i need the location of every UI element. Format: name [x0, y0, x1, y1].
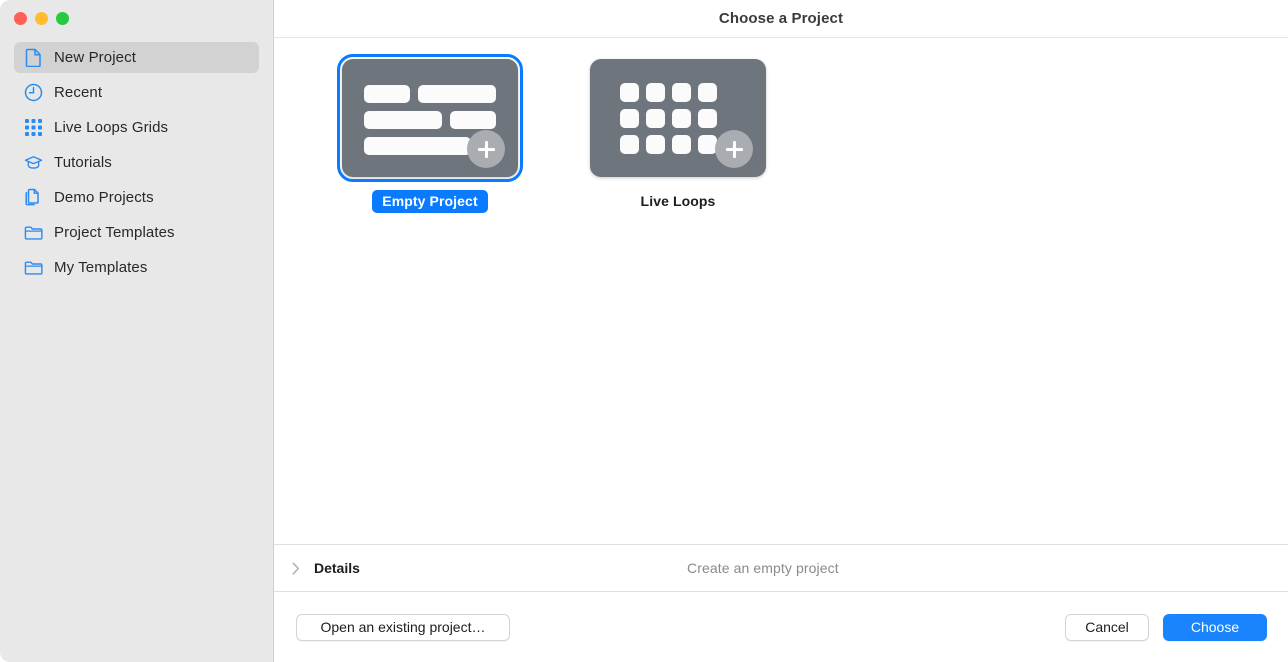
- sidebar-item-label: Demo Projects: [54, 189, 154, 206]
- sidebar-item-label: Project Templates: [54, 224, 175, 241]
- choose-a-project-window: New Project Recent Live Loops Grids Tuto…: [0, 0, 1288, 662]
- footer-bar: Open an existing project… Cancel Choose: [274, 591, 1288, 662]
- folder-icon: [24, 258, 43, 277]
- minimize-button[interactable]: [35, 12, 48, 25]
- grid-cell: [698, 109, 717, 128]
- details-disclosure-button[interactable]: Details: [274, 560, 360, 576]
- bar-row: [364, 111, 496, 129]
- folder-icon: [24, 223, 43, 242]
- chevron-right-icon: [292, 561, 300, 575]
- details-description: Create an empty project: [687, 560, 839, 576]
- grid-cell: [620, 109, 639, 128]
- tile-thumbnail[interactable]: [590, 59, 766, 177]
- sidebar-item-label: My Templates: [54, 259, 148, 276]
- grid-dots-icon: [24, 118, 43, 137]
- grid-cell: [672, 83, 691, 102]
- details-bar: Details Create an empty project: [274, 544, 1288, 591]
- grid-cell: [620, 83, 639, 102]
- bar-segment: [450, 111, 496, 129]
- bar-segment: [364, 85, 410, 103]
- cells-artwork: [620, 83, 717, 154]
- sidebar-item-tutorials[interactable]: Tutorials: [14, 147, 259, 178]
- project-tile-live-loops[interactable]: Live Loops: [585, 59, 771, 213]
- tile-thumbnail[interactable]: [337, 54, 523, 182]
- tile-caption: Live Loops: [640, 193, 716, 209]
- details-label: Details: [314, 560, 360, 576]
- close-button[interactable]: [14, 12, 27, 25]
- sidebar-item-new-project[interactable]: New Project: [14, 42, 259, 73]
- document-icon: [24, 48, 43, 67]
- window-controls: [0, 0, 273, 34]
- bar-segment: [364, 111, 442, 129]
- tile-caption: Empty Project: [372, 190, 488, 213]
- documents-stack-icon: [24, 188, 43, 207]
- clock-icon: [24, 83, 43, 102]
- sidebar-item-label: Recent: [54, 84, 103, 101]
- grid-cell: [646, 135, 665, 154]
- grid-cell: [698, 83, 717, 102]
- cancel-button[interactable]: Cancel: [1065, 613, 1149, 641]
- grid-cell: [620, 135, 639, 154]
- sidebar-item-project-templates[interactable]: Project Templates: [14, 217, 259, 248]
- plus-icon: [467, 130, 505, 168]
- project-tile-grid: Empty Project Live Loops: [274, 54, 1288, 213]
- sidebar-item-live-loops-grids[interactable]: Live Loops Grids: [14, 112, 259, 143]
- project-tile-empty-project[interactable]: Empty Project: [337, 54, 523, 213]
- grid-cell: [646, 109, 665, 128]
- sidebar: New Project Recent Live Loops Grids Tuto…: [0, 0, 274, 662]
- zoom-button[interactable]: [56, 12, 69, 25]
- plus-icon: [715, 130, 753, 168]
- sidebar-item-label: Live Loops Grids: [54, 119, 169, 136]
- title-bar: Choose a Project: [274, 0, 1288, 37]
- choose-button[interactable]: Choose: [1163, 613, 1267, 641]
- project-chooser-content: Empty Project Live Loops: [274, 37, 1288, 544]
- grid-cell: [672, 135, 691, 154]
- page-title: Choose a Project: [718, 10, 844, 27]
- bar-row: [364, 85, 496, 103]
- bar-segment: [418, 85, 496, 103]
- graduation-cap-icon: [24, 153, 43, 172]
- sidebar-item-label: Tutorials: [54, 154, 112, 171]
- sidebar-list: New Project Recent Live Loops Grids Tuto…: [0, 34, 273, 283]
- grid-cell: [646, 83, 665, 102]
- sidebar-item-recent[interactable]: Recent: [14, 77, 259, 108]
- sidebar-item-demo-projects[interactable]: Demo Projects: [14, 182, 259, 213]
- sidebar-item-my-templates[interactable]: My Templates: [14, 252, 259, 283]
- grid-cell: [672, 109, 691, 128]
- main-panel: Choose a Project Empty Project Live Loop…: [274, 0, 1288, 662]
- sidebar-item-label: New Project: [54, 49, 136, 66]
- bar-segment: [364, 137, 471, 155]
- open-existing-project-button[interactable]: Open an existing project…: [296, 613, 510, 641]
